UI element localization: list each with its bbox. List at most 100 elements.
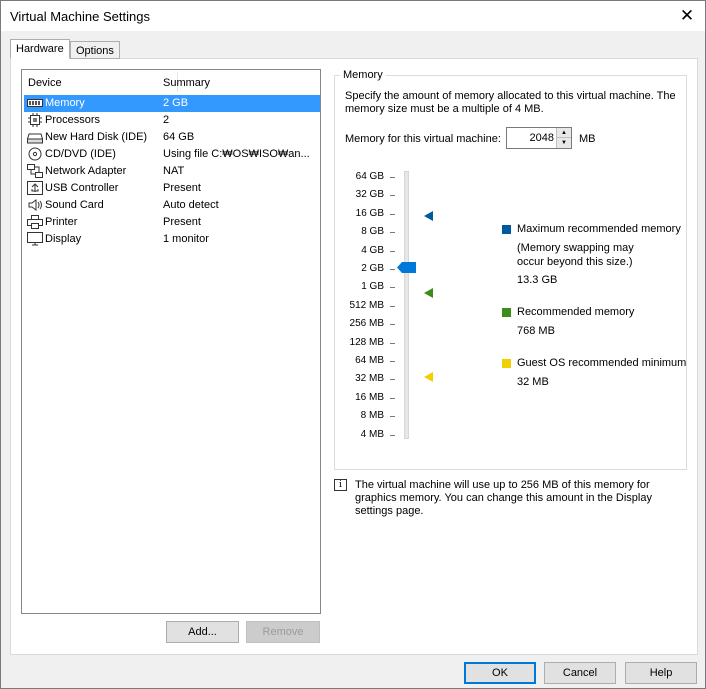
device-row-printer[interactable]: Printer Present <box>24 214 320 231</box>
device-name: CD/DVD (IDE) <box>45 148 116 160</box>
max-recommended-swatch <box>502 225 511 234</box>
recommended-swatch <box>502 308 511 317</box>
device-summary: 2 <box>163 114 170 126</box>
device-summary: 1 monitor <box>163 233 209 245</box>
scale-tick-label: 32 GB <box>355 189 384 201</box>
scale-tick-mark <box>390 434 395 436</box>
device-summary: Auto detect <box>163 199 219 211</box>
memory-group-title: Memory <box>340 69 386 81</box>
device-summary: 2 GB <box>163 97 189 109</box>
device-row-sound-card[interactable]: Sound Card Auto detect <box>24 197 320 214</box>
scale-tick-label: 2 GB <box>361 263 384 274</box>
memory-icon <box>27 99 43 107</box>
scale-tick-mark <box>390 361 395 362</box>
graphics-memory-note: The virtual machine will use up to 256 M… <box>355 479 652 517</box>
device-row-hard-disk[interactable]: New Hard Disk (IDE) 64 GB <box>24 129 320 146</box>
device-name: New Hard Disk (IDE) <box>45 131 148 143</box>
info-icon: i <box>334 479 347 491</box>
scale-tick-mark <box>390 213 395 215</box>
device-row-cd-dvd[interactable]: CD/DVD (IDE) Using file C:₩OS₩ISO₩an... <box>24 146 320 163</box>
scale-tick-label: 8 GB <box>361 226 384 238</box>
device-list-header: Device Summary <box>22 70 320 94</box>
device-row-network-adapter[interactable]: Network Adapter NAT <box>24 163 320 180</box>
memory-description: Specify the amount of memory allocated t… <box>345 90 676 115</box>
scale-tick-label: 16 MB <box>355 391 384 403</box>
tab-hardware[interactable]: Hardware <box>10 39 70 59</box>
scale-tick-mark <box>390 342 395 344</box>
recommended-label: Recommended memory <box>517 306 635 318</box>
memory-slider-track[interactable] <box>404 171 409 439</box>
remove-button[interactable]: Remove <box>246 621 320 643</box>
max-recommended-marker-icon <box>424 211 433 221</box>
scale-tick-mark <box>390 195 395 197</box>
memory-slider-thumb[interactable] <box>397 262 417 273</box>
memory-unit: MB <box>579 133 596 145</box>
scale-tick-label: 32 MB <box>355 373 384 385</box>
device-summary: Using file C:₩OS₩ISO₩an... <box>163 148 310 160</box>
ok-button[interactable]: OK <box>464 662 536 684</box>
add-button[interactable]: Add... <box>166 621 239 643</box>
title-bar: Virtual Machine Settings ✕ <box>1 1 705 31</box>
close-icon[interactable]: ✕ <box>673 3 701 29</box>
window-title: Virtual Machine Settings <box>10 9 150 24</box>
scale-tick-mark <box>390 287 395 289</box>
speaker-icon <box>28 199 42 211</box>
device-row-usb-controller[interactable]: USB Controller Present <box>24 180 320 197</box>
device-summary: NAT <box>163 165 185 177</box>
help-button[interactable]: Help <box>625 662 697 684</box>
scale-tick-label: 128 MB <box>349 336 384 348</box>
printer-icon <box>27 215 43 229</box>
usb-icon <box>27 181 43 195</box>
monitor-icon <box>27 232 43 246</box>
scale-tick-label: 4 GB <box>361 244 384 256</box>
scale-tick-label: 512 MB <box>349 299 384 311</box>
processor-icon <box>28 113 42 127</box>
device-name: Network Adapter <box>45 165 127 177</box>
device-name: Display <box>45 233 82 245</box>
cd-dvd-icon <box>28 147 42 161</box>
scale-tick-mark <box>390 250 395 252</box>
memory-spinbox[interactable]: 2048 ▲ ▼ <box>506 127 572 149</box>
scale-tick-mark <box>390 397 395 399</box>
device-list[interactable]: Device Summary Memory 2 GB Processors 2 … <box>21 69 321 614</box>
scale-tick-mark <box>390 177 395 178</box>
scale-tick-mark <box>390 269 395 270</box>
scale-tick-label: 1 GB <box>361 281 384 293</box>
tab-options[interactable]: Options <box>70 41 120 59</box>
scale-tick-mark <box>390 232 395 234</box>
memory-value[interactable]: 2048 <box>530 132 554 144</box>
recommended-value: 768 MB <box>517 325 555 337</box>
device-name: USB Controller <box>45 182 119 194</box>
device-name: Sound Card <box>45 199 104 211</box>
scale-tick-label: 8 MB <box>360 410 384 422</box>
scale-tick-label: 64 MB <box>355 355 384 366</box>
scale-tick-label: 16 GB <box>355 207 384 219</box>
device-row-display[interactable]: Display 1 monitor <box>24 231 320 248</box>
guest-min-swatch <box>502 359 511 368</box>
max-recommended-value: 13.3 GB <box>517 274 558 286</box>
scale-tick-label: 4 MB <box>360 428 384 440</box>
cancel-button[interactable]: Cancel <box>544 662 616 684</box>
spin-up-icon[interactable]: ▲ <box>556 128 571 138</box>
max-recommended-note: (Memory swapping may occur beyond this s… <box>517 242 634 268</box>
device-name: Memory <box>45 97 85 109</box>
scale-tick-mark <box>390 379 395 381</box>
device-summary: Present <box>163 216 201 228</box>
device-row-memory[interactable]: Memory 2 GB <box>24 95 320 112</box>
vm-settings-dialog: Virtual Machine Settings ✕ Hardware Opti… <box>0 0 706 689</box>
scale-tick-mark <box>390 416 395 418</box>
hard-disk-icon <box>27 133 43 144</box>
column-header-device[interactable]: Device <box>28 77 62 89</box>
guest-min-value: 32 MB <box>517 376 549 388</box>
network-adapter-icon <box>27 164 43 178</box>
device-summary: Present <box>163 182 201 194</box>
guest-min-marker-icon <box>424 372 433 382</box>
scale-tick-label: 256 MB <box>349 318 384 330</box>
column-header-summary[interactable]: Summary <box>163 77 210 89</box>
recommended-marker-icon <box>424 288 433 298</box>
scale-tick-mark <box>390 324 395 326</box>
device-name: Printer <box>45 216 78 228</box>
device-row-processors[interactable]: Processors 2 <box>24 112 320 129</box>
spin-down-icon[interactable]: ▼ <box>556 138 571 148</box>
device-summary: 64 GB <box>163 131 195 143</box>
